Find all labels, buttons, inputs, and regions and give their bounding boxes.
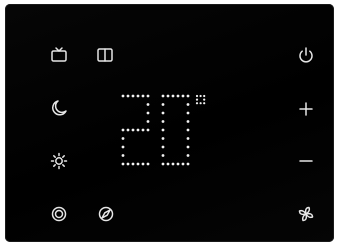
target-icon	[51, 206, 67, 222]
touch-panel: 20 °	[5, 4, 334, 242]
digit-dot	[126, 94, 130, 98]
target-button[interactable]	[48, 203, 70, 225]
moon-icon	[52, 100, 67, 116]
degree-dot	[195, 102, 199, 105]
digit-dot	[166, 162, 170, 166]
digit-dot	[126, 128, 130, 132]
digit-dot	[186, 154, 190, 157]
digit-dot	[121, 137, 125, 140]
digit-dot	[121, 154, 125, 157]
compass-button[interactable]	[95, 203, 117, 225]
digit-dot	[176, 162, 180, 166]
digit-dot	[146, 111, 150, 115]
digit-dot	[186, 103, 190, 106]
digit-dot	[141, 94, 145, 98]
digit-dot	[176, 94, 180, 98]
degree-dot	[195, 98, 199, 101]
digit-dot	[121, 128, 125, 132]
digit-dot	[166, 94, 170, 98]
minus-icon	[299, 160, 313, 162]
digit-dot	[161, 162, 165, 166]
power-icon	[299, 47, 313, 63]
digit-dot	[186, 162, 190, 166]
digit-dot	[121, 145, 125, 149]
digit-dot	[181, 162, 185, 166]
degree-dot	[199, 102, 202, 105]
digit-dot	[161, 94, 165, 98]
digit-dot	[136, 128, 140, 132]
digit-dot	[186, 145, 190, 149]
plus-icon	[299, 102, 313, 116]
digit-dot	[146, 94, 150, 98]
digit-dot	[171, 162, 175, 166]
digit-dot	[131, 94, 135, 98]
digit-dot	[181, 94, 185, 98]
degree-dot	[203, 94, 206, 98]
digit-dot	[171, 94, 175, 98]
degree-dot	[203, 98, 206, 101]
digit-dot	[131, 162, 135, 166]
digit-dot	[141, 128, 145, 132]
sun-button[interactable]	[48, 150, 70, 172]
digit-dot	[121, 162, 125, 166]
degree-dot	[199, 94, 202, 98]
digit-dot	[131, 128, 135, 132]
plus-button[interactable]	[295, 98, 317, 120]
dot-matrix	[121, 94, 206, 166]
digit-dot	[146, 162, 150, 166]
digit-dot	[186, 128, 190, 132]
digit-dot	[121, 94, 125, 98]
digit-dot	[161, 137, 165, 140]
tv-button[interactable]	[48, 44, 70, 66]
device-bezel: 20 °	[0, 0, 339, 246]
digit-dot	[161, 103, 165, 106]
power-button[interactable]	[295, 44, 317, 66]
digit-dot	[146, 103, 150, 106]
digit-dot	[161, 154, 165, 157]
digit-dot	[186, 94, 190, 98]
digit-dot	[186, 137, 190, 140]
digit-dot	[126, 162, 130, 166]
digit-dot	[186, 111, 190, 115]
digit-dot	[161, 111, 165, 115]
fan-icon	[298, 206, 314, 222]
digit-dot	[146, 120, 150, 123]
digit-dot	[141, 162, 145, 166]
digit-dot	[136, 94, 140, 98]
digit-dot	[146, 128, 150, 132]
fan-button[interactable]	[295, 203, 317, 225]
digit-dot	[161, 145, 165, 149]
digit-dot	[161, 120, 165, 123]
moon-button[interactable]	[48, 97, 70, 119]
minus-button[interactable]	[295, 150, 317, 172]
book-button[interactable]	[94, 44, 116, 66]
degree-dot	[203, 102, 206, 105]
tv-icon	[51, 47, 67, 62]
degree-dot	[195, 94, 199, 98]
temperature-display: 20 °	[119, 94, 243, 174]
digit-dot	[186, 120, 190, 123]
sun-icon	[50, 152, 68, 170]
compass-icon	[98, 206, 114, 222]
book-icon	[97, 48, 113, 62]
digit-dot	[136, 162, 140, 166]
digit-dot	[161, 128, 165, 132]
